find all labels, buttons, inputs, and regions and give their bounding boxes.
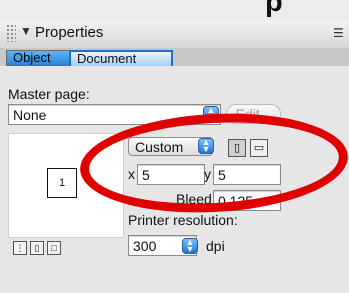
printer-resolution-label: Printer resolution: <box>128 212 238 228</box>
master-page-label: Master page: <box>8 86 90 102</box>
disclosure-triangle-icon[interactable]: ▼ <box>20 24 32 38</box>
tab-object[interactable]: Object <box>6 50 76 66</box>
page-thumbnail: 1 <box>47 168 77 198</box>
panel-menu-icon[interactable]: ☰ <box>333 26 344 40</box>
printer-resolution-arrows-icon[interactable]: ▲ ▼ <box>182 238 198 254</box>
window-title-bar <box>0 0 349 20</box>
dpi-label: dpi <box>206 238 225 254</box>
window-title-fragment: p <box>265 0 283 18</box>
dotted-margin-icon[interactable]: ⋮ <box>13 241 27 255</box>
facing-pages-icon[interactable]: ▯ <box>30 241 44 255</box>
palette-title: Properties <box>35 24 104 41</box>
grip-icon[interactable] <box>6 24 16 42</box>
single-page-icon[interactable]: □ <box>47 241 61 255</box>
